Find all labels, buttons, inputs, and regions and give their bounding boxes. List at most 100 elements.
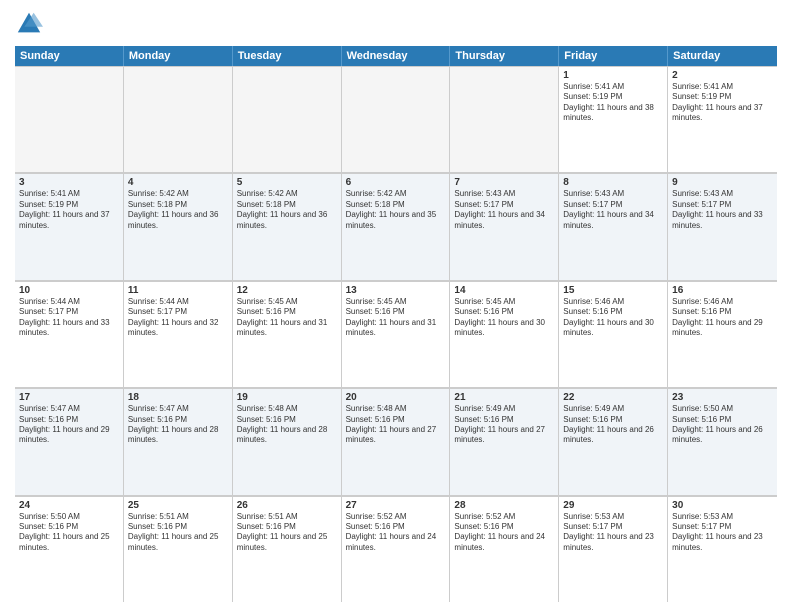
day-number: 24 bbox=[19, 500, 119, 511]
empty-cell bbox=[15, 66, 124, 172]
day-number: 15 bbox=[563, 285, 663, 296]
cell-info: Sunrise: 5:49 AM Sunset: 5:16 PM Dayligh… bbox=[454, 404, 554, 446]
cell-info: Sunrise: 5:42 AM Sunset: 5:18 PM Dayligh… bbox=[346, 189, 446, 231]
day-number: 27 bbox=[346, 500, 446, 511]
day-cell-15: 15Sunrise: 5:46 AM Sunset: 5:16 PM Dayli… bbox=[559, 281, 668, 387]
day-number: 6 bbox=[346, 177, 446, 188]
day-number: 26 bbox=[237, 500, 337, 511]
cell-info: Sunrise: 5:47 AM Sunset: 5:16 PM Dayligh… bbox=[128, 404, 228, 446]
day-cell-23: 23Sunrise: 5:50 AM Sunset: 5:16 PM Dayli… bbox=[668, 388, 777, 494]
day-number: 28 bbox=[454, 500, 554, 511]
day-number: 10 bbox=[19, 285, 119, 296]
day-cell-24: 24Sunrise: 5:50 AM Sunset: 5:16 PM Dayli… bbox=[15, 496, 124, 602]
day-cell-10: 10Sunrise: 5:44 AM Sunset: 5:17 PM Dayli… bbox=[15, 281, 124, 387]
cell-info: Sunrise: 5:52 AM Sunset: 5:16 PM Dayligh… bbox=[454, 512, 554, 554]
header-day-tuesday: Tuesday bbox=[233, 46, 342, 66]
day-cell-14: 14Sunrise: 5:45 AM Sunset: 5:16 PM Dayli… bbox=[450, 281, 559, 387]
day-cell-5: 5Sunrise: 5:42 AM Sunset: 5:18 PM Daylig… bbox=[233, 173, 342, 279]
calendar-row-5: 24Sunrise: 5:50 AM Sunset: 5:16 PM Dayli… bbox=[15, 496, 777, 602]
cell-info: Sunrise: 5:47 AM Sunset: 5:16 PM Dayligh… bbox=[19, 404, 119, 446]
day-number: 30 bbox=[672, 500, 773, 511]
cell-info: Sunrise: 5:42 AM Sunset: 5:18 PM Dayligh… bbox=[128, 189, 228, 231]
day-number: 4 bbox=[128, 177, 228, 188]
day-cell-9: 9Sunrise: 5:43 AM Sunset: 5:17 PM Daylig… bbox=[668, 173, 777, 279]
header-day-thursday: Thursday bbox=[450, 46, 559, 66]
day-cell-25: 25Sunrise: 5:51 AM Sunset: 5:16 PM Dayli… bbox=[124, 496, 233, 602]
cell-info: Sunrise: 5:43 AM Sunset: 5:17 PM Dayligh… bbox=[672, 189, 773, 231]
day-cell-17: 17Sunrise: 5:47 AM Sunset: 5:16 PM Dayli… bbox=[15, 388, 124, 494]
day-number: 11 bbox=[128, 285, 228, 296]
cell-info: Sunrise: 5:50 AM Sunset: 5:16 PM Dayligh… bbox=[672, 404, 773, 446]
day-cell-20: 20Sunrise: 5:48 AM Sunset: 5:16 PM Dayli… bbox=[342, 388, 451, 494]
empty-cell bbox=[342, 66, 451, 172]
day-number: 2 bbox=[672, 70, 773, 81]
day-number: 18 bbox=[128, 392, 228, 403]
calendar-row-3: 10Sunrise: 5:44 AM Sunset: 5:17 PM Dayli… bbox=[15, 281, 777, 388]
day-number: 9 bbox=[672, 177, 773, 188]
header-day-sunday: Sunday bbox=[15, 46, 124, 66]
day-number: 29 bbox=[563, 500, 663, 511]
cell-info: Sunrise: 5:49 AM Sunset: 5:16 PM Dayligh… bbox=[563, 404, 663, 446]
header-day-monday: Monday bbox=[124, 46, 233, 66]
day-cell-12: 12Sunrise: 5:45 AM Sunset: 5:16 PM Dayli… bbox=[233, 281, 342, 387]
day-cell-11: 11Sunrise: 5:44 AM Sunset: 5:17 PM Dayli… bbox=[124, 281, 233, 387]
cell-info: Sunrise: 5:44 AM Sunset: 5:17 PM Dayligh… bbox=[19, 297, 119, 339]
day-number: 1 bbox=[563, 70, 663, 81]
cell-info: Sunrise: 5:53 AM Sunset: 5:17 PM Dayligh… bbox=[672, 512, 773, 554]
day-cell-26: 26Sunrise: 5:51 AM Sunset: 5:16 PM Dayli… bbox=[233, 496, 342, 602]
day-number: 21 bbox=[454, 392, 554, 403]
day-cell-29: 29Sunrise: 5:53 AM Sunset: 5:17 PM Dayli… bbox=[559, 496, 668, 602]
cell-info: Sunrise: 5:50 AM Sunset: 5:16 PM Dayligh… bbox=[19, 512, 119, 554]
cell-info: Sunrise: 5:44 AM Sunset: 5:17 PM Dayligh… bbox=[128, 297, 228, 339]
day-cell-30: 30Sunrise: 5:53 AM Sunset: 5:17 PM Dayli… bbox=[668, 496, 777, 602]
cell-info: Sunrise: 5:45 AM Sunset: 5:16 PM Dayligh… bbox=[454, 297, 554, 339]
calendar-row-4: 17Sunrise: 5:47 AM Sunset: 5:16 PM Dayli… bbox=[15, 388, 777, 495]
cell-info: Sunrise: 5:41 AM Sunset: 5:19 PM Dayligh… bbox=[672, 82, 773, 124]
header-day-friday: Friday bbox=[559, 46, 668, 66]
day-number: 5 bbox=[237, 177, 337, 188]
day-cell-1: 1Sunrise: 5:41 AM Sunset: 5:19 PM Daylig… bbox=[559, 66, 668, 172]
header-day-wednesday: Wednesday bbox=[342, 46, 451, 66]
day-number: 8 bbox=[563, 177, 663, 188]
cell-info: Sunrise: 5:52 AM Sunset: 5:16 PM Dayligh… bbox=[346, 512, 446, 554]
cell-info: Sunrise: 5:45 AM Sunset: 5:16 PM Dayligh… bbox=[237, 297, 337, 339]
cell-info: Sunrise: 5:48 AM Sunset: 5:16 PM Dayligh… bbox=[346, 404, 446, 446]
empty-cell bbox=[124, 66, 233, 172]
calendar-header: SundayMondayTuesdayWednesdayThursdayFrid… bbox=[15, 46, 777, 66]
empty-cell bbox=[450, 66, 559, 172]
day-cell-7: 7Sunrise: 5:43 AM Sunset: 5:17 PM Daylig… bbox=[450, 173, 559, 279]
page: SundayMondayTuesdayWednesdayThursdayFrid… bbox=[0, 0, 792, 612]
day-cell-21: 21Sunrise: 5:49 AM Sunset: 5:16 PM Dayli… bbox=[450, 388, 559, 494]
day-cell-28: 28Sunrise: 5:52 AM Sunset: 5:16 PM Dayli… bbox=[450, 496, 559, 602]
day-cell-16: 16Sunrise: 5:46 AM Sunset: 5:16 PM Dayli… bbox=[668, 281, 777, 387]
day-cell-6: 6Sunrise: 5:42 AM Sunset: 5:18 PM Daylig… bbox=[342, 173, 451, 279]
day-number: 3 bbox=[19, 177, 119, 188]
cell-info: Sunrise: 5:43 AM Sunset: 5:17 PM Dayligh… bbox=[563, 189, 663, 231]
cell-info: Sunrise: 5:46 AM Sunset: 5:16 PM Dayligh… bbox=[563, 297, 663, 339]
day-cell-27: 27Sunrise: 5:52 AM Sunset: 5:16 PM Dayli… bbox=[342, 496, 451, 602]
cell-info: Sunrise: 5:41 AM Sunset: 5:19 PM Dayligh… bbox=[19, 189, 119, 231]
day-number: 7 bbox=[454, 177, 554, 188]
cell-info: Sunrise: 5:42 AM Sunset: 5:18 PM Dayligh… bbox=[237, 189, 337, 231]
cell-info: Sunrise: 5:51 AM Sunset: 5:16 PM Dayligh… bbox=[128, 512, 228, 554]
calendar-body: 1 Sunrise: 5:41 AM Sunset: 5:19 PM Daylig… bbox=[15, 66, 777, 602]
day-number: 20 bbox=[346, 392, 446, 403]
empty-cell bbox=[233, 66, 342, 172]
day-cell-22: 22Sunrise: 5:49 AM Sunset: 5:16 PM Dayli… bbox=[559, 388, 668, 494]
header-day-saturday: Saturday bbox=[668, 46, 777, 66]
cell-info: Sunrise: 5:53 AM Sunset: 5:17 PM Dayligh… bbox=[563, 512, 663, 554]
cell-info: Sunrise: 5:51 AM Sunset: 5:16 PM Dayligh… bbox=[237, 512, 337, 554]
day-number: 17 bbox=[19, 392, 119, 403]
calendar: SundayMondayTuesdayWednesdayThursdayFrid… bbox=[15, 46, 777, 602]
logo bbox=[15, 10, 47, 38]
day-cell-18: 18Sunrise: 5:47 AM Sunset: 5:16 PM Dayli… bbox=[124, 388, 233, 494]
day-number: 16 bbox=[672, 285, 773, 296]
day-number: 12 bbox=[237, 285, 337, 296]
cell-info: Sunrise: 5:48 AM Sunset: 5:16 PM Dayligh… bbox=[237, 404, 337, 446]
day-cell-8: 8Sunrise: 5:43 AM Sunset: 5:17 PM Daylig… bbox=[559, 173, 668, 279]
cell-info: Sunrise: 5:43 AM Sunset: 5:17 PM Dayligh… bbox=[454, 189, 554, 231]
day-number: 14 bbox=[454, 285, 554, 296]
logo-icon bbox=[15, 10, 43, 38]
day-cell-19: 19Sunrise: 5:48 AM Sunset: 5:16 PM Dayli… bbox=[233, 388, 342, 494]
day-number: 25 bbox=[128, 500, 228, 511]
